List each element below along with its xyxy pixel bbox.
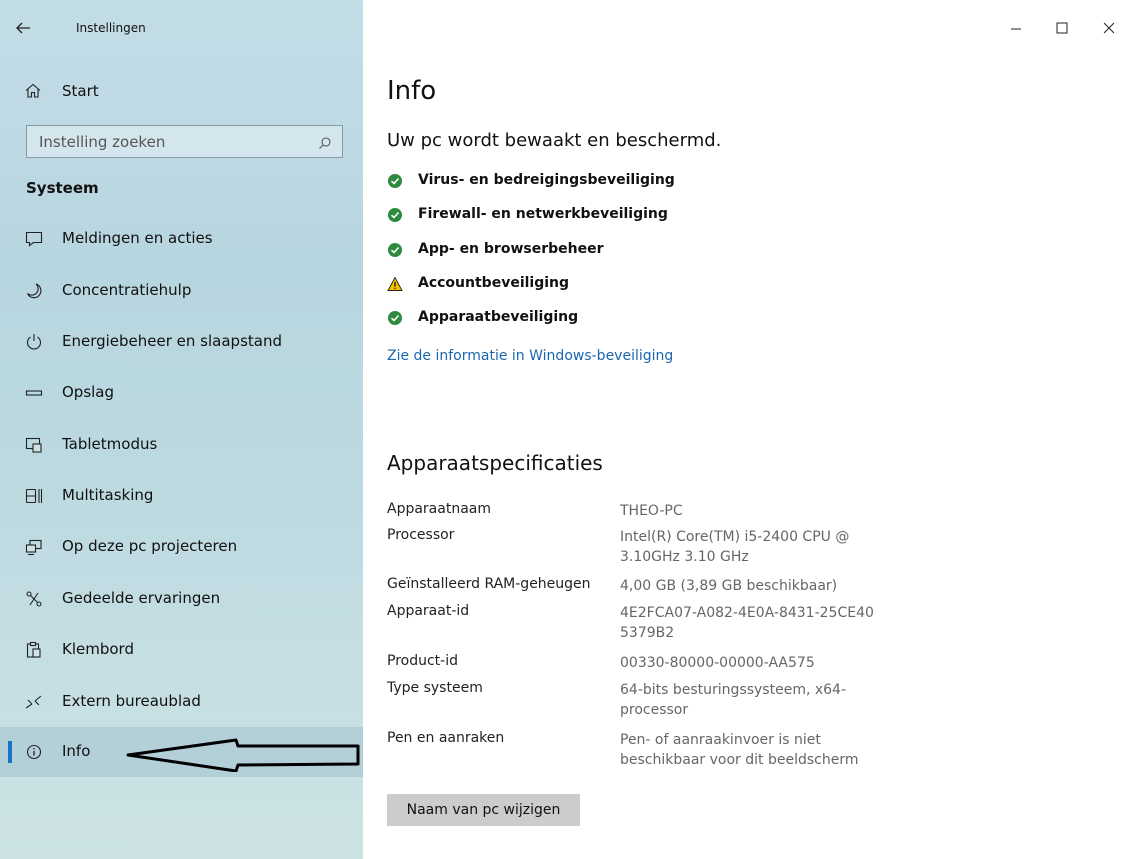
sidebar: Instellingen Start Instelling zoeken Sys… <box>0 0 363 859</box>
home-icon <box>24 82 42 100</box>
storage-icon <box>24 383 44 403</box>
warning-icon <box>387 276 403 292</box>
sidebar-item-home[interactable]: Start <box>0 72 363 110</box>
page-title: Info <box>387 76 437 106</box>
home-label: Start <box>62 82 99 100</box>
spec-value: 4,00 GB (3,89 GB beschikbaar) <box>620 578 838 594</box>
protection-status: Uw pc wordt bewaakt en beschermd. <box>387 130 722 151</box>
sidebar-item-label: Opslag <box>62 383 115 401</box>
spec-value: Pen- of aanraakinvoer is niet beschikbaa… <box>620 732 859 768</box>
info-icon <box>24 742 44 762</box>
spec-value: 4E2FCA07-A082-4E0A-8431-25CE405379B2 <box>620 605 874 641</box>
spec-key: Product-id <box>387 653 458 669</box>
power-icon <box>24 332 44 352</box>
remote-icon <box>24 692 44 712</box>
sidebar-item-focus-assist[interactable]: Concentratiehulp <box>0 266 363 316</box>
security-item-label: Accountbeveiliging <box>418 275 570 291</box>
shared-icon <box>24 589 44 609</box>
sidebar-item-label: Concentratiehulp <box>62 281 192 299</box>
sidebar-item-label: Energiebeheer en slaapstand <box>62 332 282 350</box>
close-button[interactable] <box>1099 18 1119 38</box>
minimize-icon <box>1011 28 1021 30</box>
spec-key: Apparaatnaam <box>387 501 492 517</box>
app-title: Instellingen <box>76 21 146 35</box>
check-circle-icon <box>387 242 403 258</box>
sidebar-item-notifications[interactable]: Meldingen en acties <box>0 214 363 264</box>
search-placeholder: Instelling zoeken <box>39 133 166 151</box>
sidebar-item-clipboard[interactable]: Klembord <box>0 625 363 675</box>
spec-key: Geïnstalleerd RAM-geheugen <box>387 576 591 592</box>
multitasking-icon <box>24 486 44 506</box>
sidebar-item-label: Op deze pc projecteren <box>62 537 238 555</box>
back-button[interactable] <box>12 16 36 40</box>
minimize-button[interactable] <box>1006 18 1026 38</box>
title-bar: Instellingen <box>0 0 363 52</box>
windows-security-link[interactable]: Zie de informatie in Windows-beveiliging <box>387 348 673 364</box>
sidebar-item-remote-desktop[interactable]: Extern bureaublad <box>0 677 363 727</box>
search-icon <box>318 135 332 149</box>
sidebar-item-power[interactable]: Energiebeheer en slaapstand <box>0 317 363 367</box>
specs-title: Apparaatspecificaties <box>387 451 603 475</box>
close-icon <box>1103 22 1115 34</box>
section-heading: Systeem <box>26 179 99 197</box>
sidebar-item-shared[interactable]: Gedeelde ervaringen <box>0 574 363 624</box>
sidebar-item-label: Extern bureaublad <box>62 692 201 710</box>
sidebar-item-tablet[interactable]: Tabletmodus <box>0 420 363 470</box>
check-circle-icon <box>387 173 403 189</box>
sidebar-item-label: Tabletmodus <box>62 435 158 453</box>
security-item-label: Firewall- en netwerkbeveiliging <box>418 206 668 222</box>
spec-value: 00330-80000-00000-AA575 <box>620 655 815 671</box>
project-icon <box>24 537 44 557</box>
sidebar-item-label: Multitasking <box>62 486 154 504</box>
moon-icon <box>24 281 44 301</box>
spec-key: Processor <box>387 527 455 543</box>
active-indicator <box>8 741 12 763</box>
tablet-icon <box>24 435 44 455</box>
sidebar-item-multitasking[interactable]: Multitasking <box>0 471 363 521</box>
annotation-arrow-icon <box>126 738 360 772</box>
spec-key: Pen en aanraken <box>387 730 505 746</box>
maximize-button[interactable] <box>1052 18 1072 38</box>
security-item-label: Virus- en bedreigingsbeveiliging <box>418 172 675 188</box>
sidebar-item-label: Info <box>62 742 91 760</box>
sidebar-item-storage[interactable]: Opslag <box>0 368 363 418</box>
clipboard-icon <box>24 640 44 660</box>
security-item-label: Apparaatbeveiliging <box>418 309 579 325</box>
rename-pc-button[interactable]: Naam van pc wijzigen <box>387 794 580 826</box>
spec-key: Apparaat-id <box>387 603 470 619</box>
check-circle-icon <box>387 207 403 223</box>
back-arrow-icon <box>16 22 30 34</box>
security-item-label: App- en browserbeheer <box>418 241 604 257</box>
spec-value: Intel(R) Core(TM) i5-2400 CPU @ 3.10GHz … <box>620 529 850 565</box>
check-circle-icon <box>387 310 403 326</box>
spec-value: THEO-PC <box>620 503 683 519</box>
sidebar-item-label: Meldingen en acties <box>62 229 213 247</box>
notification-icon <box>24 229 44 249</box>
sidebar-item-label: Gedeelde ervaringen <box>62 589 221 607</box>
spec-key: Type systeem <box>387 680 483 696</box>
maximize-icon <box>1056 22 1068 34</box>
sidebar-item-label: Klembord <box>62 640 134 658</box>
spec-value: 64-bits besturingssysteem, x64-processor <box>620 682 847 718</box>
search-input[interactable]: Instelling zoeken <box>26 125 343 158</box>
sidebar-item-project[interactable]: Op deze pc projecteren <box>0 522 363 572</box>
